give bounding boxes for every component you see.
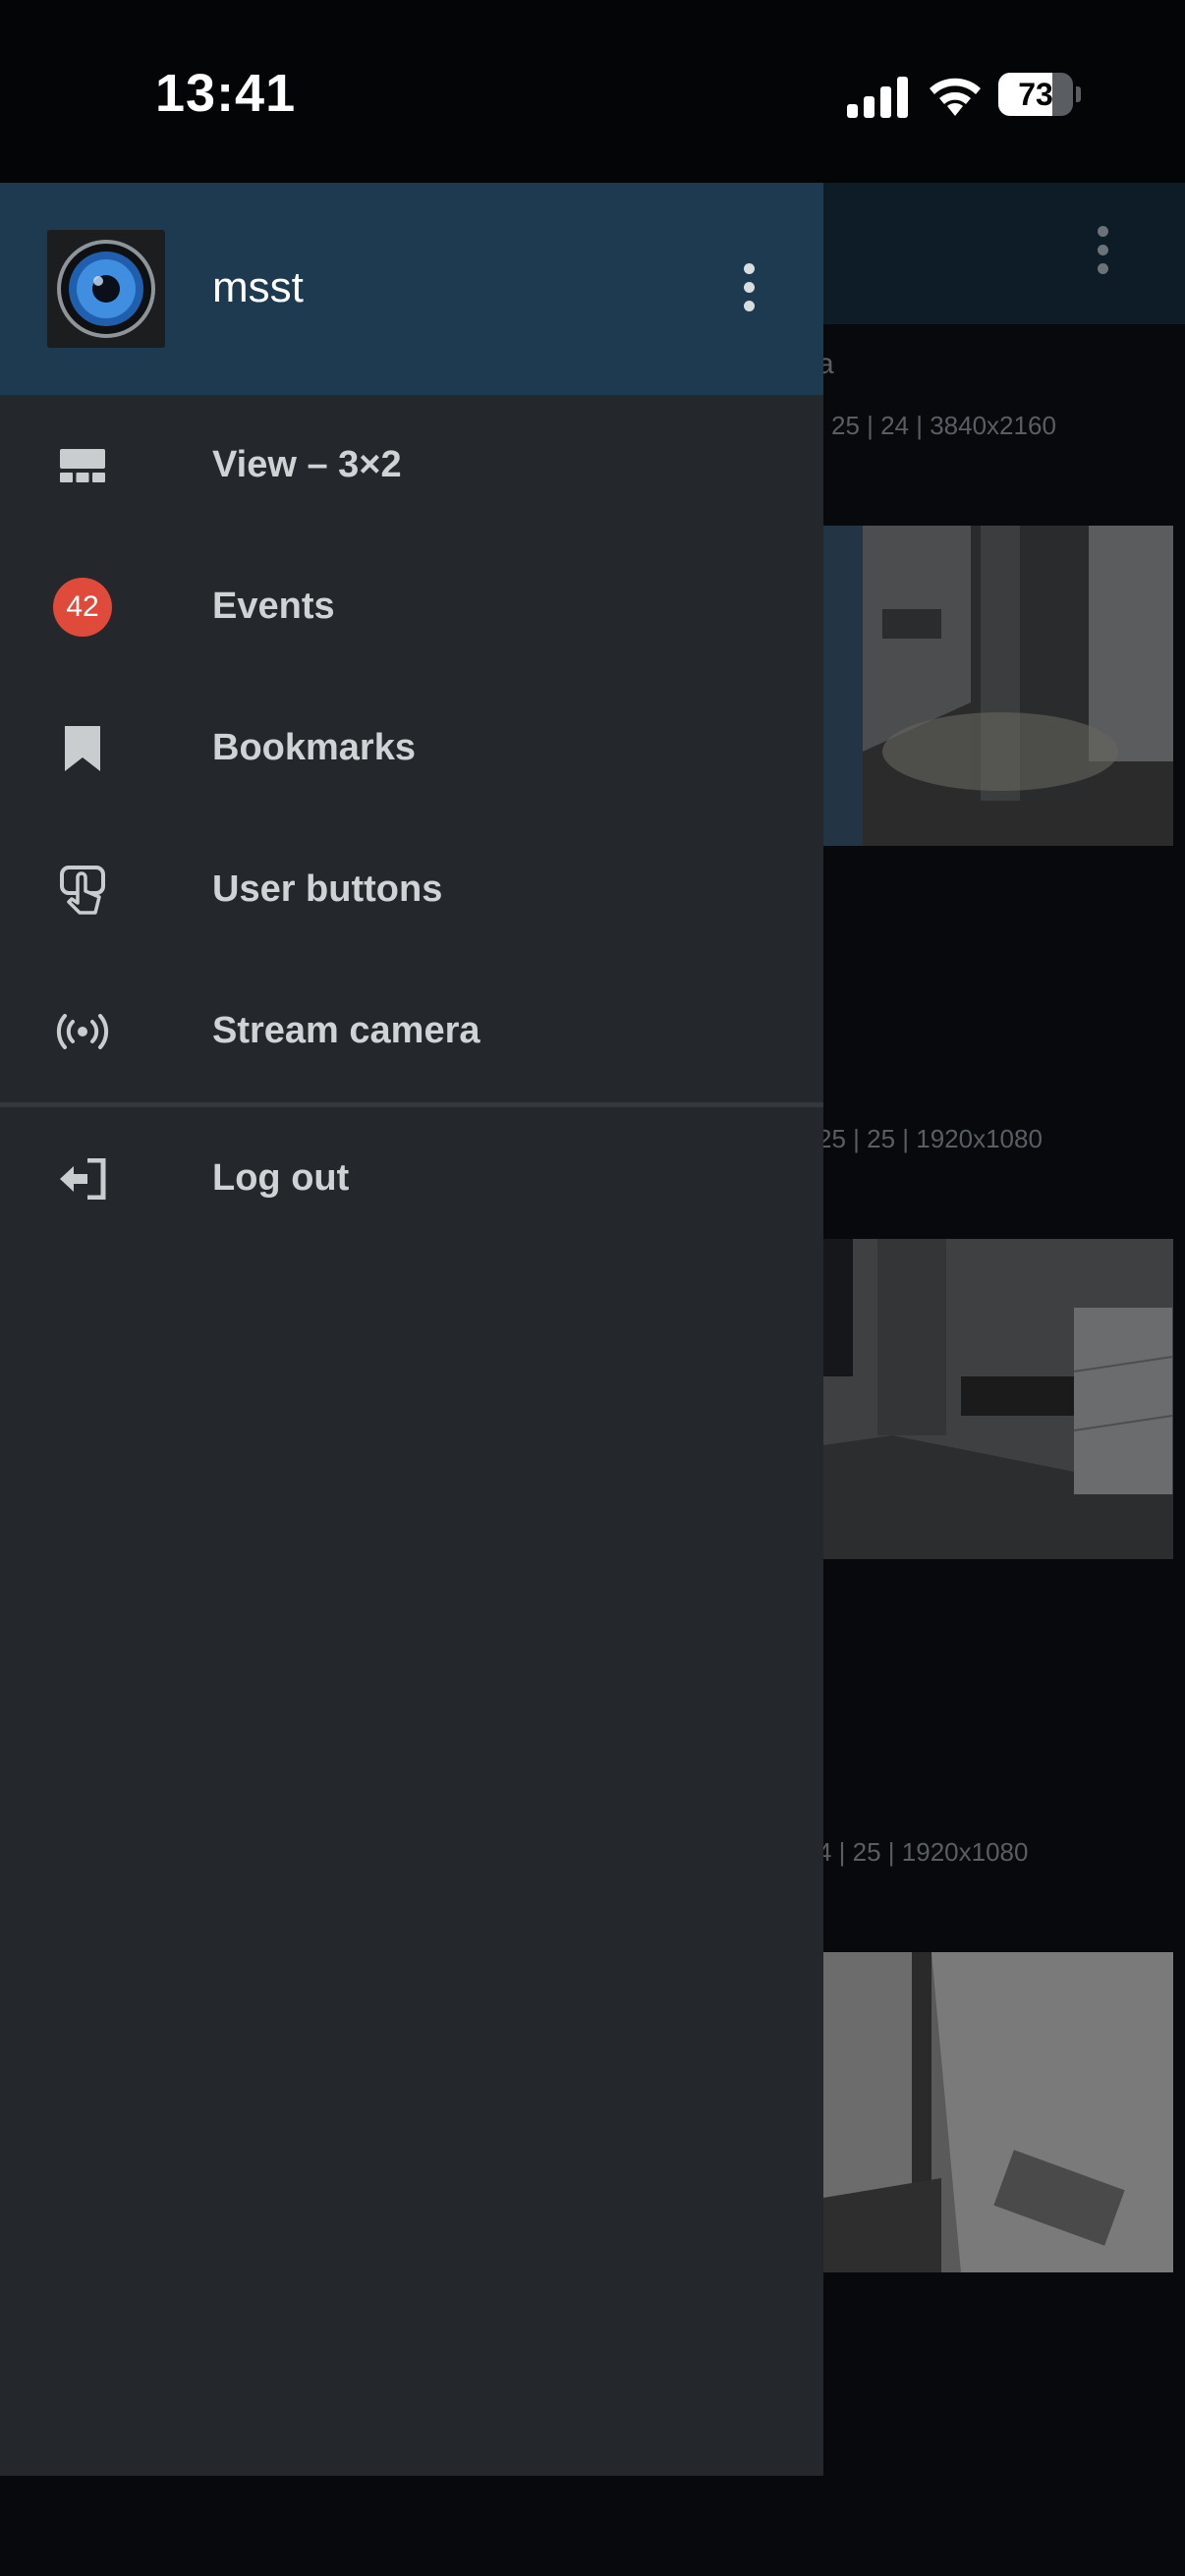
menu-item-view[interactable]: View – 3×2 bbox=[0, 395, 823, 536]
camera-eye-logo bbox=[47, 230, 165, 348]
camera-image bbox=[823, 1952, 1173, 2272]
account-menu-icon[interactable] bbox=[735, 263, 762, 322]
logout-icon bbox=[49, 1149, 116, 1208]
camera-info: 4 | 25 | 1920x1080 bbox=[818, 1837, 1029, 1867]
menu-item-bookmarks[interactable]: Bookmarks bbox=[0, 678, 823, 819]
camera-tile[interactable] bbox=[823, 1239, 1173, 1559]
broadcast-icon bbox=[49, 1002, 116, 1061]
status-time: 13:41 bbox=[155, 64, 297, 123]
menu-item-user-buttons[interactable]: User buttons bbox=[0, 819, 823, 961]
menu-item-label: View – 3×2 bbox=[212, 444, 402, 485]
battery-level: 73 bbox=[1018, 77, 1053, 112]
camera-image bbox=[823, 1239, 1173, 1559]
camera-info: | 25 | 24 | 3840x2160 bbox=[818, 411, 1056, 440]
wifi-icon bbox=[930, 78, 981, 116]
drawer-header: msst bbox=[0, 183, 823, 395]
events-count-badge: 42 bbox=[53, 578, 112, 637]
camera-tile[interactable] bbox=[823, 1952, 1173, 2272]
bookmark-icon bbox=[49, 719, 116, 778]
username: msst bbox=[212, 263, 304, 311]
menu-item-label: Log out bbox=[212, 1157, 350, 1199]
status-bar: 13:41 73 bbox=[0, 0, 1185, 183]
menu-item-label: User buttons bbox=[212, 868, 443, 910]
grid-layout-icon bbox=[49, 436, 116, 495]
camera-info: 25 | 25 | 1920x1080 bbox=[818, 1124, 1043, 1153]
overflow-menu-icon[interactable] bbox=[1089, 226, 1116, 285]
touch-button-icon bbox=[49, 861, 116, 920]
cellular-signal-icon bbox=[847, 77, 908, 118]
avatar[interactable] bbox=[47, 230, 165, 348]
menu-divider bbox=[0, 1102, 823, 1107]
camera-image bbox=[823, 526, 1173, 846]
menu-item-label: Events bbox=[212, 586, 335, 627]
camera-tile[interactable] bbox=[823, 526, 1173, 846]
battery-icon: 73 bbox=[998, 73, 1081, 116]
menu-item-logout[interactable]: Log out bbox=[0, 1108, 823, 1250]
menu-item-label: Stream camera bbox=[212, 1010, 480, 1051]
menu-item-label: Bookmarks bbox=[212, 727, 416, 768]
navigation-drawer: msst View – 3×2 42 Events Bookmarks User… bbox=[0, 183, 823, 2476]
menu-item-events[interactable]: 42 Events bbox=[0, 536, 823, 678]
menu-item-stream-camera[interactable]: Stream camera bbox=[0, 961, 823, 1102]
